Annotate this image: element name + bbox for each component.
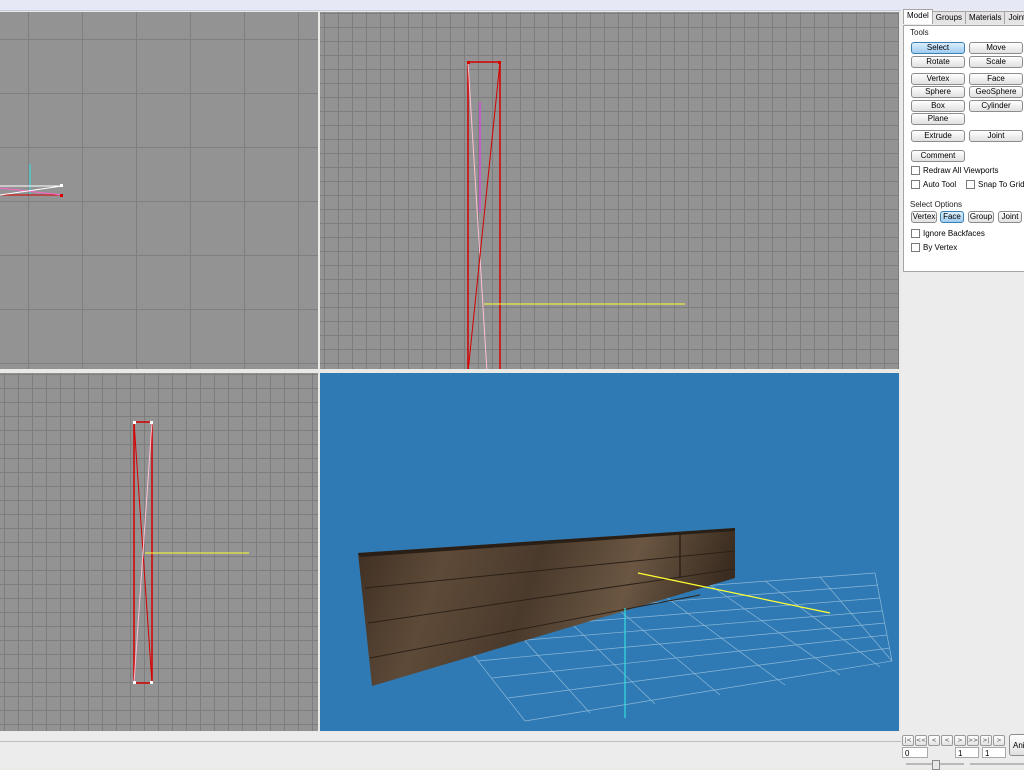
viewport-bottom-left[interactable] xyxy=(0,373,318,731)
play-button[interactable]: > xyxy=(993,735,1005,746)
viewport-top-right[interactable] xyxy=(320,12,899,369)
tab-model[interactable]: Model xyxy=(903,9,933,24)
checkbox-box xyxy=(911,180,920,189)
ignore-backfaces-checkbox[interactable]: Ignore Backfaces xyxy=(911,228,985,239)
prev-key-button[interactable]: << xyxy=(915,735,927,746)
checkbox-label: Auto Tool xyxy=(923,180,957,189)
side-view-model xyxy=(0,164,63,197)
top-view-model xyxy=(133,421,249,684)
select-vertex-button[interactable]: Vertex xyxy=(911,211,937,223)
last-frame-button[interactable]: >| xyxy=(980,735,992,746)
select-face-button[interactable]: Face xyxy=(940,211,964,223)
vertex-tool-button[interactable]: Vertex xyxy=(911,73,965,85)
first-frame-button[interactable]: |< xyxy=(902,735,914,746)
select-tool-button[interactable]: Select xyxy=(911,42,965,54)
frame-end-field[interactable]: 1 xyxy=(982,747,1006,758)
tab-joints[interactable]: Joints xyxy=(1004,11,1024,24)
tool-panel: Model Groups Materials Joints Tools Sele… xyxy=(901,9,1024,732)
select-options-title: Select Options xyxy=(910,200,963,209)
front-view-model xyxy=(467,61,685,369)
status-bar xyxy=(0,732,901,768)
checkbox-box xyxy=(911,229,920,238)
viewport-3d-perspective[interactable] xyxy=(320,373,899,731)
viewport-top-left[interactable] xyxy=(0,12,318,369)
scale-tool-button[interactable]: Scale xyxy=(969,56,1023,68)
step-forward-button[interactable]: > xyxy=(954,735,966,746)
checkbox-box xyxy=(966,180,975,189)
comment-button[interactable]: Comment xyxy=(911,150,965,162)
auto-tool-checkbox[interactable]: Auto Tool xyxy=(911,179,956,190)
checkbox-label: Redraw All Viewports xyxy=(923,166,999,175)
joint-tool-button[interactable]: Joint xyxy=(969,130,1023,142)
panel-tabs: Model Groups Materials Joints xyxy=(903,9,1024,25)
top-menu-strip xyxy=(0,0,1024,11)
timeline-slider-track-right[interactable] xyxy=(970,763,1024,765)
tab-materials[interactable]: Materials xyxy=(965,11,1006,24)
checkbox-label: By Vertex xyxy=(923,243,958,252)
tools-group-title: Tools xyxy=(910,28,929,37)
checkbox-label: Ignore Backfaces xyxy=(923,229,985,238)
plane-tool-button[interactable]: Plane xyxy=(911,113,965,125)
rotate-tool-button[interactable]: Rotate xyxy=(911,56,965,68)
checkbox-box xyxy=(911,243,920,252)
animation-mode-button[interactable]: Ani xyxy=(1009,734,1024,756)
by-vertex-checkbox[interactable]: By Vertex xyxy=(911,242,957,253)
select-joint-button[interactable]: Joint xyxy=(998,211,1022,223)
tab-groups[interactable]: Groups xyxy=(931,11,967,24)
geosphere-tool-button[interactable]: GeoSphere xyxy=(969,86,1023,98)
sphere-tool-button[interactable]: Sphere xyxy=(911,86,965,98)
snap-to-grid-checkbox[interactable]: Snap To Grid xyxy=(966,179,1024,190)
move-tool-button[interactable]: Move xyxy=(969,42,1023,54)
checkbox-label: Snap To Grid xyxy=(978,180,1024,189)
perspective-scene xyxy=(358,528,893,722)
frame-start-field[interactable]: 0 xyxy=(902,747,928,758)
model-tab-body: Tools Select Move Rotate Scale Vertex Fa… xyxy=(903,25,1024,272)
frame-current-field[interactable]: 1 xyxy=(955,747,979,758)
timeline-slider-thumb[interactable] xyxy=(932,760,940,770)
redraw-all-viewports-checkbox[interactable]: Redraw All Viewports xyxy=(911,165,998,176)
box-tool-button[interactable]: Box xyxy=(911,100,965,112)
status-divider xyxy=(0,741,901,742)
face-tool-button[interactable]: Face xyxy=(969,73,1023,85)
extrude-tool-button[interactable]: Extrude xyxy=(911,130,965,142)
next-key-button[interactable]: >> xyxy=(967,735,979,746)
prev-frame-button[interactable]: < xyxy=(928,735,940,746)
step-back-button[interactable]: < xyxy=(941,735,953,746)
checkbox-box xyxy=(911,166,920,175)
select-group-button[interactable]: Group xyxy=(968,211,994,223)
cylinder-tool-button[interactable]: Cylinder xyxy=(969,100,1023,112)
